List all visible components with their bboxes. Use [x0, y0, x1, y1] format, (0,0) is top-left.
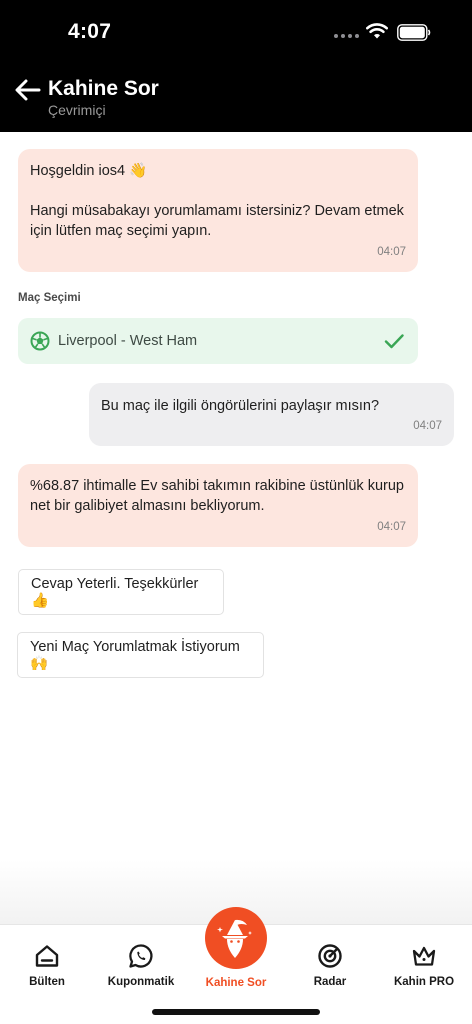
signal-dots-icon: [334, 34, 359, 38]
prediction-text: %68.87 ihtimalle Ev sahibi takımın rakib…: [30, 478, 404, 514]
tab-label: Kahin PRO: [393, 976, 455, 988]
soccer-ball-icon: [30, 331, 50, 351]
quick-reply-new-match-button[interactable]: Yeni Maç Yorumlatmak İstiyorum 🙌: [17, 632, 264, 678]
match-option-label: Liverpool - West Ham: [58, 333, 198, 349]
online-status: Çevrimiçi: [48, 102, 106, 118]
radar-icon: [318, 944, 342, 968]
match-option-liverpool-west-ham[interactable]: Liverpool - West Ham: [18, 318, 418, 364]
quick-reply-enough-button[interactable]: Cevap Yeterli. Teşekkürler 👍: [18, 569, 224, 615]
home-indicator: [152, 1009, 320, 1015]
message-timestamp: 04:07: [377, 521, 406, 533]
wizard-icon: [217, 919, 252, 958]
arrow-left-icon: [15, 79, 41, 101]
user-message-text: Bu maç ile ilgili öngörülerini paylaşır …: [101, 398, 380, 414]
crown-icon: [412, 946, 436, 966]
quick-reply-label: Yeni Maç Yorumlatmak İstiyorum 🙌: [30, 638, 240, 672]
welcome-greeting: Hoşgeldin ios4 👋: [30, 163, 148, 179]
user-message-bubble: Bu maç ile ilgili öngörülerini paylaşır …: [89, 383, 454, 446]
back-button[interactable]: [14, 76, 42, 104]
tab-label: Radar: [313, 976, 347, 988]
match-section-label: Maç Seçimi: [18, 292, 81, 304]
status-time: 4:07: [68, 20, 112, 43]
kahine-sor-tab-badge: [205, 907, 267, 969]
tab-bulten[interactable]: Bülten: [0, 943, 94, 988]
page-title: Kahine Sor: [48, 77, 159, 100]
tab-radar[interactable]: Radar: [283, 943, 377, 988]
top-bar: 4:07 Kahine Sor Çevrimiçi: [0, 0, 472, 132]
home-icon: [35, 945, 59, 967]
tab-label: Kahine Sor: [205, 977, 267, 989]
welcome-prompt: Hangi müsabakayı yorumlamamı istersiniz?…: [30, 203, 404, 239]
prediction-message-bubble: %68.87 ihtimalle Ev sahibi takımın rakib…: [18, 464, 418, 547]
battery-icon: [397, 24, 431, 41]
tab-kahin-pro[interactable]: Kahin PRO: [377, 943, 471, 988]
message-timestamp: 04:07: [377, 246, 406, 258]
welcome-message-bubble: Hoşgeldin ios4 👋 Hangi müsabakayı yoruml…: [18, 149, 418, 272]
wifi-icon: [366, 23, 388, 39]
quick-reply-label: Cevap Yeterli. Teşekkürler 👍: [31, 575, 199, 609]
check-icon: [384, 334, 404, 349]
whatsapp-icon: [129, 944, 153, 968]
tab-label: Kuponmatik: [107, 976, 175, 988]
tab-label: Bülten: [29, 976, 65, 988]
tab-kuponmatik[interactable]: Kuponmatik: [94, 943, 188, 988]
message-timestamp: 04:07: [413, 420, 442, 432]
